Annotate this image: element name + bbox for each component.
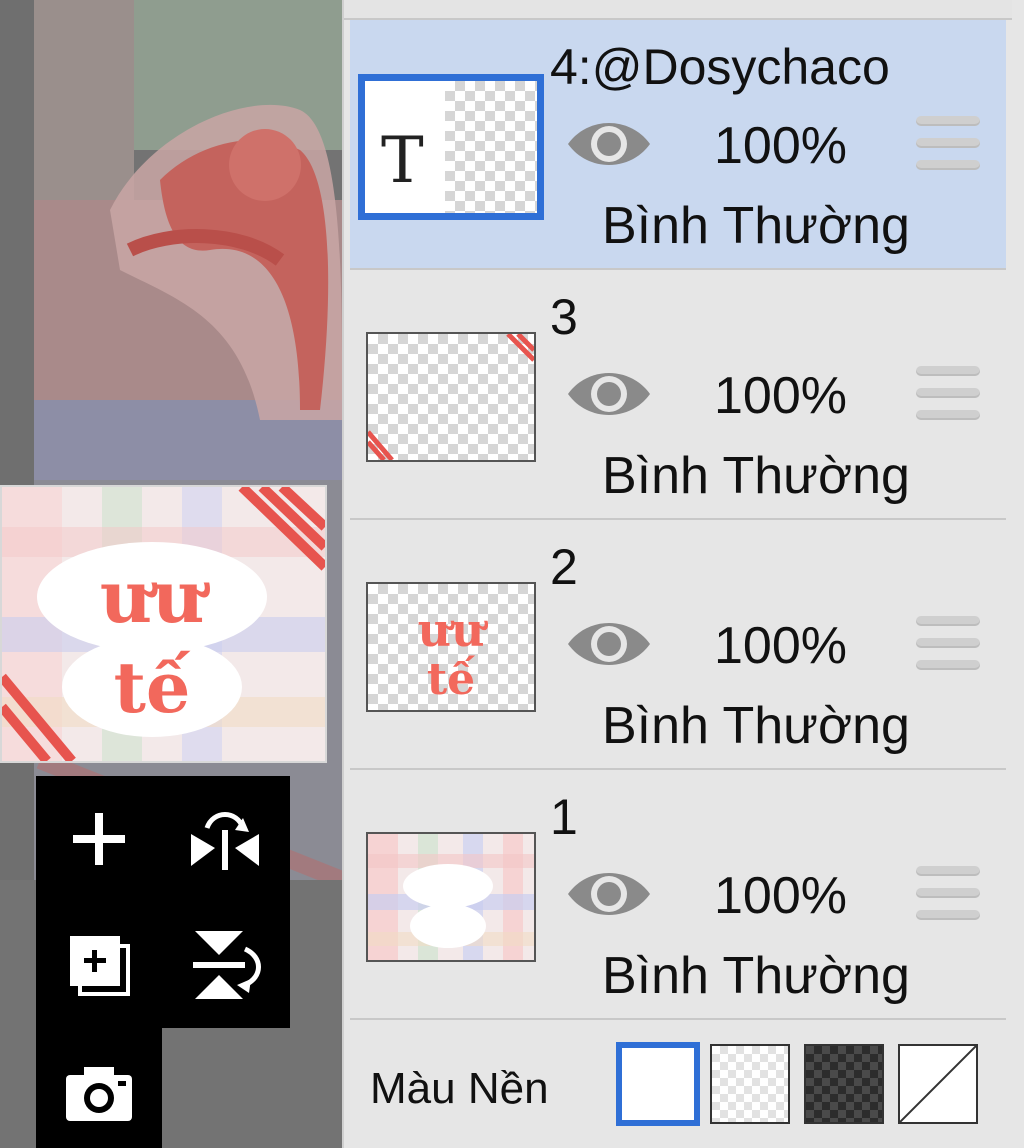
- add-layer-icon: [73, 813, 125, 865]
- flip-horizontal-icon: [191, 812, 259, 870]
- text-layer-icon: T: [381, 124, 424, 198]
- flip-vertical-icon: [193, 931, 261, 999]
- layer-tools-panel: [36, 776, 290, 1028]
- layer-row-4[interactable]: T 4:@Dosychaco 100% Bình Thường: [350, 20, 1006, 270]
- canvas-navigator-thumbnail[interactable]: ưư tế: [0, 485, 327, 763]
- layer-blend-mode[interactable]: Bình Thường: [602, 196, 910, 256]
- layer-opacity[interactable]: 100%: [714, 116, 847, 176]
- canvas-area[interactable]: ưư tế: [0, 0, 342, 1148]
- flip-vertical-button[interactable]: [180, 920, 270, 1010]
- layer-opacity[interactable]: 100%: [714, 366, 847, 426]
- layer-thumbnail[interactable]: [366, 332, 536, 462]
- drag-handle-icon[interactable]: [916, 116, 980, 172]
- bg-transparent-dark-swatch[interactable]: [804, 1044, 884, 1124]
- flip-horizontal-button[interactable]: [180, 794, 270, 884]
- background-selector: Màu Nền: [350, 1022, 1006, 1148]
- layer-thumbnail[interactable]: ưư tế: [366, 582, 536, 712]
- layer-thumbnail[interactable]: T: [358, 74, 544, 220]
- layers-panel: T 4:@Dosychaco 100% Bình Thường 3 100% B…: [342, 0, 1024, 1148]
- artwork-thumbnail: ưư tế: [2, 487, 325, 761]
- layer-row-2[interactable]: ưư tế 2 100% Bình Thường: [350, 520, 1006, 770]
- layer-thumbnail[interactable]: [366, 832, 536, 962]
- svg-text:tế: tế: [427, 654, 476, 705]
- layer-row-1[interactable]: 1 100% Bình Thường: [350, 770, 1006, 1020]
- bg-none-swatch[interactable]: [898, 1044, 978, 1124]
- eye-icon[interactable]: [564, 362, 654, 426]
- layer-blend-mode[interactable]: Bình Thường: [602, 696, 910, 756]
- layer-name: 1: [550, 789, 578, 845]
- eye-icon[interactable]: [564, 612, 654, 676]
- camera-icon: [66, 1067, 132, 1121]
- layer-name: 3: [550, 289, 578, 345]
- bg-transparent-light-swatch[interactable]: [710, 1044, 790, 1124]
- duplicate-layer-icon: [70, 936, 130, 996]
- eye-icon[interactable]: [564, 862, 654, 926]
- layer-opacity[interactable]: 100%: [714, 866, 847, 926]
- add-layer-button[interactable]: [54, 794, 144, 884]
- duplicate-layer-button[interactable]: [54, 920, 144, 1010]
- layer-blend-mode[interactable]: Bình Thường: [602, 446, 910, 506]
- camera-tools-panel: [36, 1028, 162, 1148]
- drag-handle-icon[interactable]: [916, 866, 980, 922]
- svg-text:ưư: ưư: [418, 603, 489, 657]
- bg-white-swatch[interactable]: [616, 1042, 700, 1126]
- panel-top-edge: [344, 0, 1012, 20]
- drag-handle-icon[interactable]: [916, 366, 980, 422]
- layer-name: 4:@Dosychaco: [550, 39, 890, 95]
- diagonal-slash-icon: [900, 1046, 976, 1122]
- camera-button[interactable]: [54, 1048, 144, 1138]
- eye-icon[interactable]: [564, 112, 654, 176]
- svg-text:tế: tế: [114, 646, 191, 729]
- layer-name: 2: [550, 539, 578, 595]
- background-label: Màu Nền: [370, 1064, 549, 1113]
- drag-handle-icon[interactable]: [916, 616, 980, 672]
- layer-blend-mode[interactable]: Bình Thường: [602, 946, 910, 1006]
- layer-opacity[interactable]: 100%: [714, 616, 847, 676]
- svg-text:ưư: ưư: [100, 554, 210, 639]
- layer-row-3[interactable]: 3 100% Bình Thường: [350, 270, 1006, 520]
